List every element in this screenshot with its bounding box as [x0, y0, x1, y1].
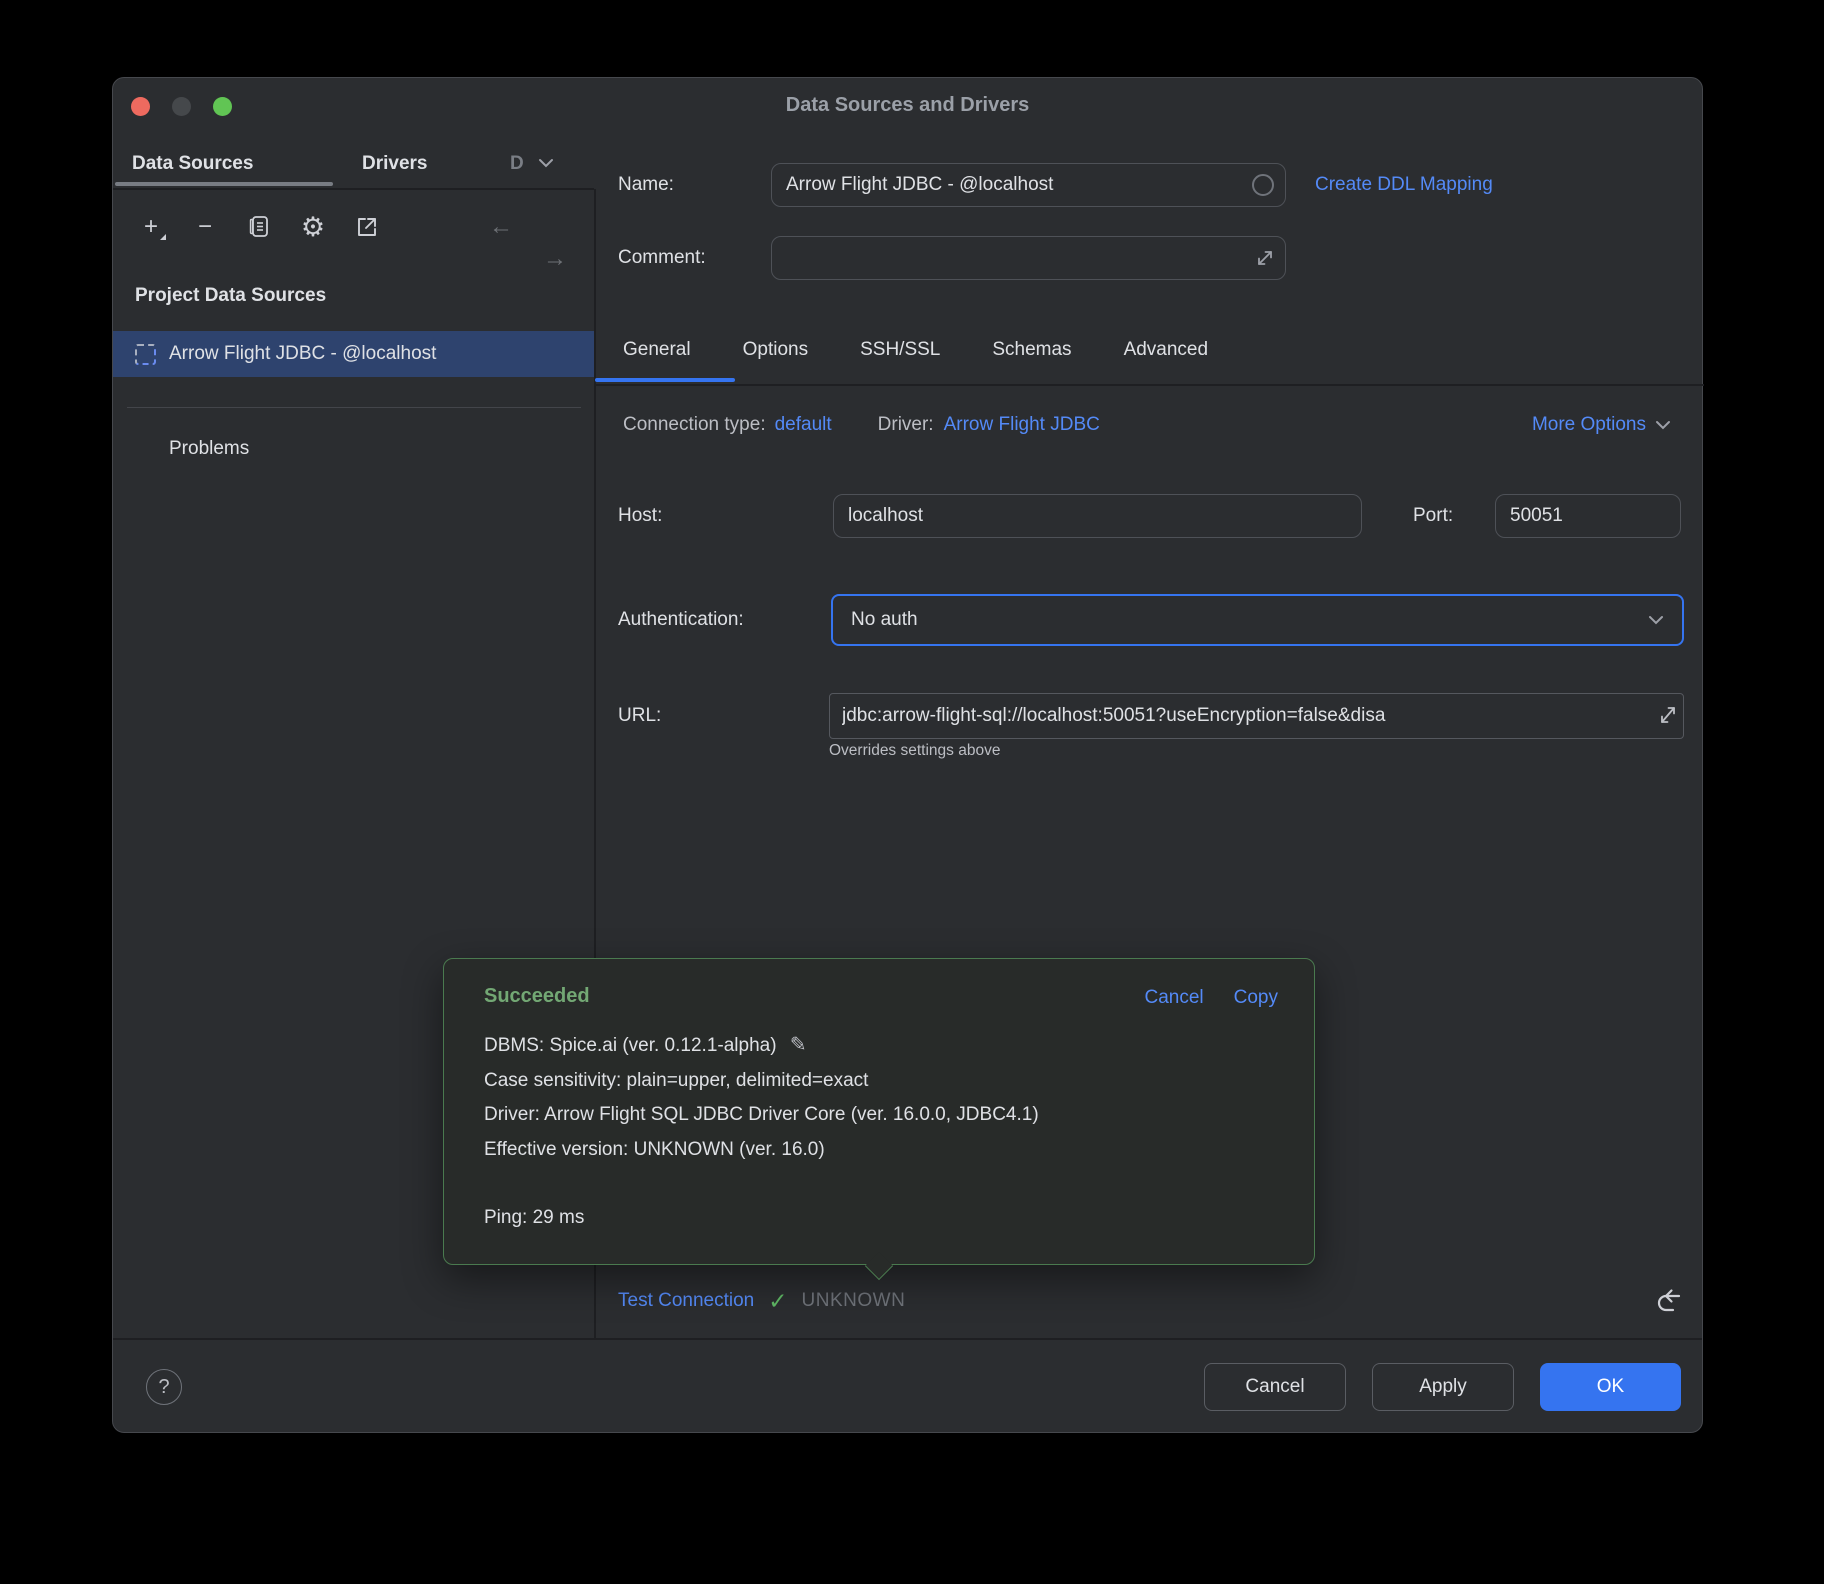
- tab-ssh-ssl[interactable]: SSH/SSL: [860, 330, 940, 370]
- sidebar-item-problems[interactable]: Problems: [169, 438, 249, 460]
- more-options-control[interactable]: More Options: [1532, 414, 1671, 436]
- gear-icon[interactable]: ⚙: [297, 211, 329, 243]
- active-tab-underline: [115, 182, 333, 186]
- data-source-label: Arrow Flight JDBC - @localhost: [169, 343, 436, 365]
- name-input[interactable]: [771, 163, 1286, 207]
- authentication-label: Authentication:: [618, 609, 744, 631]
- add-data-source-icon[interactable]: +: [135, 211, 167, 243]
- sidebar-separator: [127, 407, 581, 408]
- window-title: Data Sources and Drivers: [113, 94, 1702, 117]
- tabstrip-divider: [113, 188, 594, 190]
- pencil-icon[interactable]: ✎: [790, 1034, 807, 1056]
- driver-label: Driver:: [878, 414, 934, 436]
- ok-button[interactable]: OK: [1540, 1363, 1681, 1411]
- plus-dropdown-corner: [160, 234, 166, 240]
- host-input[interactable]: [833, 494, 1362, 538]
- url-hint: Overrides settings above: [829, 742, 1000, 760]
- minus-glyph: −: [198, 213, 212, 241]
- remove-icon[interactable]: −: [189, 211, 221, 243]
- project-data-sources-header: Project Data Sources: [135, 285, 326, 307]
- port-input[interactable]: [1495, 494, 1681, 538]
- forward-glyph: →: [543, 245, 567, 273]
- authentication-value: No auth: [851, 609, 918, 631]
- popup-ping-line: Ping: 29 ms: [484, 1201, 1276, 1236]
- comment-input[interactable]: [771, 236, 1286, 280]
- help-button[interactable]: ?: [146, 1369, 182, 1405]
- driver-value-link[interactable]: Arrow Flight JDBC: [944, 414, 1100, 436]
- tab-overflow-truncated[interactable]: D: [510, 144, 524, 184]
- popup-notch: [865, 1251, 893, 1279]
- back-glyph: ←: [489, 213, 513, 241]
- popup-copy-link[interactable]: Copy: [1234, 987, 1278, 1009]
- connection-type-label: Connection type:: [623, 414, 766, 436]
- name-label: Name:: [618, 174, 674, 196]
- help-glyph: ?: [158, 1376, 169, 1399]
- back-arrow-icon[interactable]: ←: [485, 211, 517, 243]
- tab-options[interactable]: Options: [743, 330, 808, 370]
- test-connection-link[interactable]: Test Connection: [618, 1290, 754, 1312]
- authentication-select[interactable]: No auth: [831, 594, 1684, 646]
- create-ddl-mapping-link[interactable]: Create DDL Mapping: [1315, 174, 1493, 196]
- test-connection-result-popup: Succeeded Cancel Copy DBMS: Spice.ai (ve…: [443, 958, 1315, 1265]
- plus-glyph: +: [144, 213, 158, 241]
- undo-icon[interactable]: [1653, 1286, 1685, 1316]
- tab-general[interactable]: General: [623, 330, 691, 370]
- cancel-button[interactable]: Cancel: [1204, 1363, 1346, 1411]
- popup-dbms-line: DBMS: Spice.ai (ver. 0.12.1-alpha): [484, 1035, 777, 1056]
- footer-divider: [113, 1338, 1702, 1340]
- tab-schemas[interactable]: Schemas: [992, 330, 1071, 370]
- host-label: Host:: [618, 505, 662, 527]
- popup-cancel-link[interactable]: Cancel: [1144, 987, 1203, 1009]
- more-options-chevron-icon: [1655, 419, 1671, 431]
- popup-driver-line: Driver: Arrow Flight SQL JDBC Driver Cor…: [484, 1098, 1276, 1133]
- data-source-tree-row[interactable]: Arrow Flight JDBC - @localhost: [113, 331, 594, 377]
- comment-expand-icon[interactable]: [1253, 246, 1277, 270]
- comment-label: Comment:: [618, 247, 706, 269]
- tab-drivers[interactable]: Drivers: [362, 144, 428, 184]
- success-check-icon: ✓: [768, 1288, 787, 1315]
- form-tabbar: General Options SSH/SSL Schemas Advanced: [623, 330, 1208, 370]
- popup-case-line: Case sensitivity: plain=upper, delimited…: [484, 1064, 1276, 1099]
- form-tabs-divider: [594, 384, 1704, 386]
- apply-button[interactable]: Apply: [1372, 1363, 1514, 1411]
- active-form-tab-underline: [595, 378, 735, 382]
- tab-data-sources[interactable]: Data Sources: [132, 144, 253, 184]
- data-source-icon: [135, 344, 156, 365]
- select-chevron-down-icon: [1648, 614, 1664, 626]
- url-label: URL:: [618, 705, 661, 727]
- data-sources-dialog: Data Sources and Drivers Data Sources Dr…: [112, 77, 1703, 1433]
- name-progress-ring-icon: [1252, 174, 1274, 196]
- connection-type-value-link[interactable]: default: [775, 414, 832, 436]
- url-input[interactable]: [829, 693, 1684, 739]
- tabs-chevron-down-icon[interactable]: [537, 156, 555, 170]
- sidebar-toolbar: + − ⚙: [135, 211, 383, 243]
- gear-glyph: ⚙: [301, 212, 325, 243]
- port-label: Port:: [1413, 505, 1453, 527]
- popup-version-line: Effective version: UNKNOWN (ver. 16.0): [484, 1133, 1276, 1168]
- connection-result-text: UNKNOWN: [802, 1290, 906, 1312]
- forward-arrow-icon[interactable]: →: [539, 243, 571, 275]
- more-options-label: More Options: [1532, 414, 1646, 436]
- duplicate-icon[interactable]: [243, 211, 275, 243]
- tab-advanced[interactable]: Advanced: [1124, 330, 1209, 370]
- export-icon[interactable]: [351, 211, 383, 243]
- url-expand-icon[interactable]: [1655, 700, 1681, 730]
